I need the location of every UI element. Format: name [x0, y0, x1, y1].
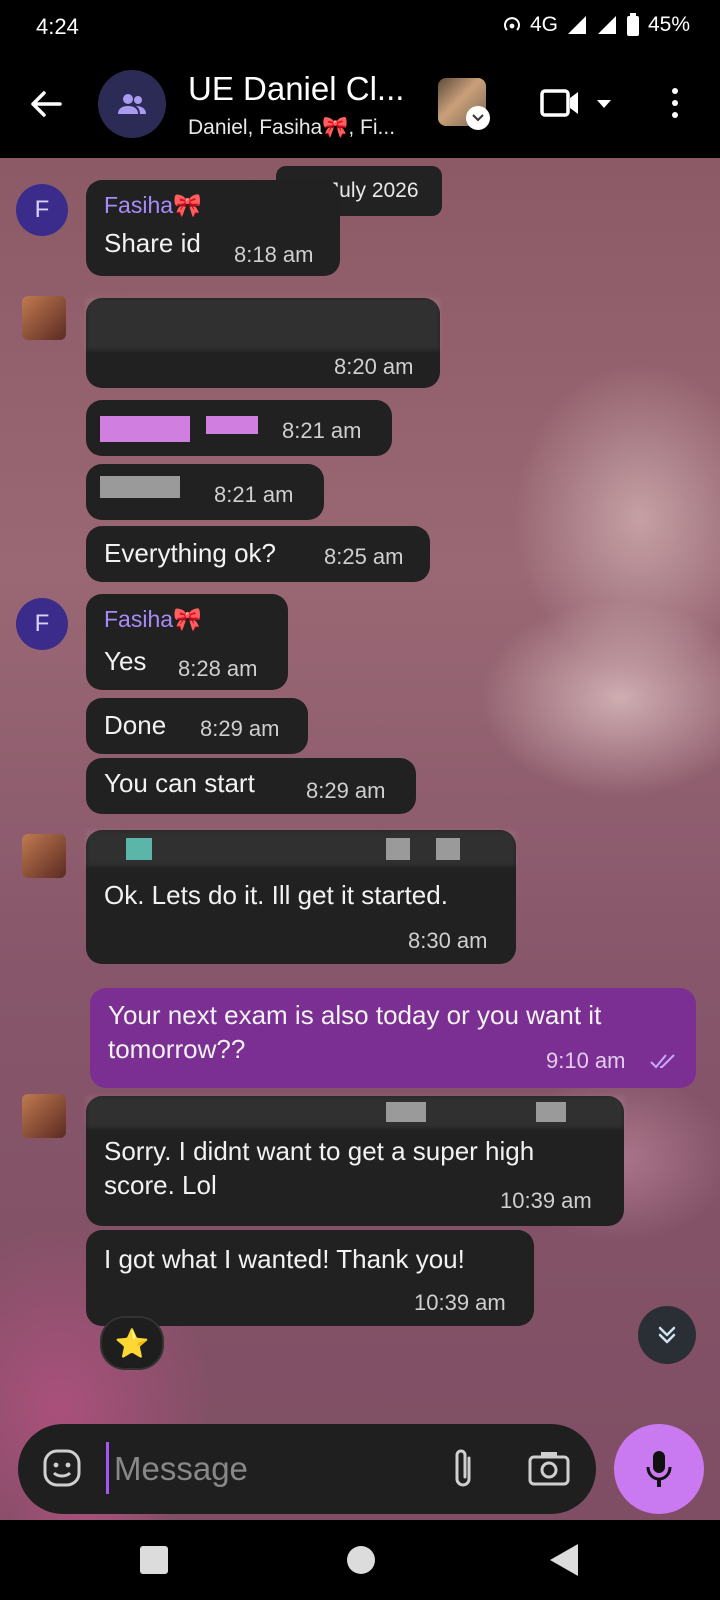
- sender-name[interactable]: Fasiha🎀: [104, 192, 202, 219]
- read-receipt-icon: [650, 1054, 675, 1069]
- message-bubble[interactable]: Sorry. I didnt want to get a super high …: [86, 1096, 624, 1226]
- group-avatar[interactable]: [98, 70, 166, 138]
- chat-subtitle[interactable]: Daniel, Fasiha🎀, Fi...: [188, 116, 395, 140]
- message-bubble[interactable]: Fasiha🎀 Share id 8:18 am: [86, 180, 340, 276]
- scroll-to-bottom-button[interactable]: [638, 1306, 696, 1364]
- message-time: 8:30 am: [408, 928, 488, 953]
- redacted-content: [86, 298, 440, 350]
- message-text: Share id: [104, 228, 201, 258]
- network-type: 4G: [529, 13, 558, 36]
- system-navigation-bar: [0, 1520, 720, 1600]
- microphone-icon: [646, 1451, 672, 1487]
- message-bubble[interactable]: 8:21 am: [86, 464, 324, 520]
- message-time: 10:39 am: [500, 1188, 592, 1213]
- home-button[interactable]: [347, 1546, 375, 1574]
- chat-header: UE Daniel Cl... Daniel, Fasiha🎀, Fi...: [0, 54, 720, 158]
- message-time: 8:18 am: [234, 242, 314, 267]
- message-composer[interactable]: Message: [18, 1424, 596, 1514]
- message-bubble[interactable]: You can start 8:29 am: [86, 758, 416, 814]
- message-time: 8:28 am: [178, 656, 258, 681]
- battery-icon: [626, 13, 639, 36]
- message-text: Ok. Lets do it. Ill get it started.: [104, 880, 448, 910]
- paperclip-icon[interactable]: [448, 1446, 478, 1492]
- back-arrow-icon[interactable]: [26, 84, 66, 124]
- back-button[interactable]: [550, 1544, 578, 1576]
- redacted-content: [386, 1102, 426, 1122]
- message-bubble[interactable]: 8:20 am: [86, 298, 440, 388]
- message-text: Done: [104, 710, 167, 740]
- reaction-badge[interactable]: ⭐: [100, 1316, 164, 1370]
- sender-avatar[interactable]: F: [16, 598, 68, 650]
- microphone-button[interactable]: [614, 1424, 704, 1514]
- message-bubble[interactable]: I got what I wanted! Thank you! 10:39 am: [86, 1230, 534, 1326]
- chat-title[interactable]: UE Daniel Cl...: [188, 70, 404, 108]
- signal-icon: [567, 16, 586, 34]
- message-text: I got what I wanted! Thank you!: [104, 1244, 465, 1274]
- sticker-icon[interactable]: [40, 1446, 84, 1490]
- sender-avatar[interactable]: F: [16, 184, 68, 236]
- signal-2-icon: [597, 16, 616, 34]
- status-icons: 4G 45%: [502, 13, 690, 37]
- message-text-line2: score. Lol: [104, 1170, 217, 1200]
- redacted-content: [386, 838, 410, 860]
- message-input[interactable]: Message: [114, 1450, 248, 1488]
- redacted-content: [536, 1102, 566, 1122]
- chevron-down-badge-icon: [466, 106, 490, 130]
- sender-avatar[interactable]: [22, 1094, 66, 1138]
- chat-area[interactable]: 22 July 2026 F Fasiha🎀 Share id 8:18 am …: [0, 158, 720, 1520]
- redacted-content: [100, 476, 180, 498]
- message-text: Everything ok?: [104, 538, 276, 568]
- message-time: 8:21 am: [214, 482, 294, 507]
- call-options-chevron-icon[interactable]: [597, 100, 611, 108]
- message-bubble[interactable]: Fasiha🎀 Yes 8:28 am: [86, 594, 288, 690]
- video-call-icon[interactable]: [540, 88, 580, 118]
- message-time: 9:10 am: [546, 1048, 626, 1073]
- redacted-content: [100, 416, 190, 442]
- sender-name[interactable]: Fasiha🎀: [104, 606, 202, 633]
- more-options-icon[interactable]: [672, 88, 680, 124]
- redacted-content: [126, 838, 152, 860]
- message-text-line1: Your next exam is also today or you want…: [108, 1000, 602, 1030]
- status-time: 4:24: [36, 14, 79, 39]
- message-time: 8:20 am: [334, 354, 414, 379]
- status-bar: 4:24 4G 45%: [0, 0, 720, 54]
- message-bubble[interactable]: 8:21 am: [86, 400, 392, 456]
- message-text: Yes: [104, 646, 147, 676]
- message-time: 8:25 am: [324, 544, 404, 569]
- hotspot-icon: [504, 17, 520, 31]
- message-time: 8:21 am: [282, 418, 362, 443]
- outgoing-message-bubble[interactable]: Your next exam is also today or you want…: [90, 988, 696, 1088]
- battery-level: 45%: [647, 13, 690, 36]
- camera-icon[interactable]: [528, 1450, 570, 1486]
- redacted-content: [206, 416, 258, 434]
- message-bubble[interactable]: Everything ok? 8:25 am: [86, 526, 430, 582]
- message-time: 10:39 am: [414, 1290, 506, 1315]
- recent-apps-button[interactable]: [140, 1546, 168, 1574]
- message-time: 8:29 am: [200, 716, 280, 741]
- message-bubble[interactable]: Ok. Lets do it. Ill get it started. 8:30…: [86, 830, 516, 964]
- message-bubble[interactable]: Done 8:29 am: [86, 698, 308, 754]
- message-text-line1: Sorry. I didnt want to get a super high: [104, 1136, 535, 1166]
- text-cursor: [106, 1442, 109, 1494]
- group-icon: [118, 94, 146, 114]
- message-time: 8:29 am: [306, 778, 386, 803]
- message-text-line2: tomorrow??: [108, 1034, 246, 1064]
- redacted-content: [436, 838, 460, 860]
- double-chevron-down-icon: [658, 1326, 676, 1344]
- sender-avatar[interactable]: [22, 834, 66, 878]
- message-text: You can start: [104, 768, 255, 798]
- sender-avatar[interactable]: [22, 296, 66, 340]
